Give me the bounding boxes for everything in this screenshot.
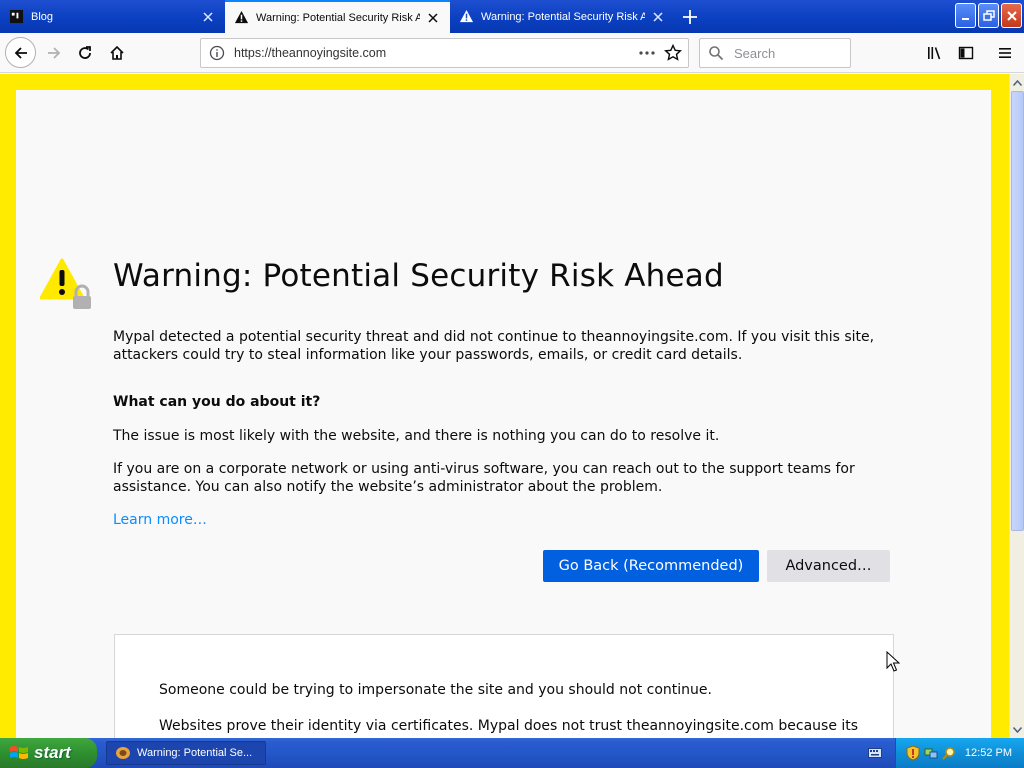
taskbar-window-title: Warning: Potential Se... [137, 747, 253, 759]
search-box[interactable] [699, 38, 851, 68]
security-shield-icon[interactable] [906, 745, 920, 761]
url-text[interactable]: https://theannoyingsite.com [234, 46, 638, 60]
corporate-network-text: If you are on a corporate network or usi… [113, 461, 855, 495]
mouse-cursor-icon [886, 651, 900, 672]
minimize-icon [961, 17, 969, 20]
advanced-panel: Someone could be trying to impersonate t… [114, 634, 894, 738]
home-button[interactable] [103, 39, 131, 67]
go-back-button[interactable]: Go Back (Recommended) [543, 550, 759, 582]
intro-text: Mypal detected a potential security thre… [113, 329, 875, 363]
arrow-left-icon [14, 46, 27, 59]
back-button[interactable] [5, 37, 36, 68]
scroll-thumb[interactable] [1011, 91, 1024, 531]
error-page: Warning: Potential Security Risk Ahead M… [16, 90, 991, 738]
arrow-right-icon [48, 47, 61, 59]
sidebar-toggle-button[interactable] [952, 39, 980, 67]
restore-icon [982, 9, 995, 21]
close-window-button[interactable] [1001, 3, 1022, 28]
sidebar-icon [958, 46, 974, 60]
issue-text: The issue is most likely with the websit… [113, 428, 720, 444]
search-icon [709, 46, 724, 61]
restore-button[interactable] [978, 3, 999, 28]
magnifier-tray-icon[interactable] [942, 746, 956, 760]
scroll-down-arrow-icon [1013, 726, 1022, 733]
system-tray: 12:52 PM [895, 738, 1024, 768]
forward-button[interactable] [40, 39, 68, 67]
minimize-button[interactable] [955, 3, 976, 28]
certificate-text: Websites prove their identity via certif… [159, 718, 859, 734]
impersonation-text: Someone could be trying to impersonate t… [159, 682, 712, 698]
what-can-you-do-heading: What can you do about it? [113, 394, 321, 410]
close-tab-icon[interactable] [651, 10, 665, 24]
windows-logo-icon [10, 746, 28, 759]
taskbar-window-button[interactable]: Warning: Potential Se... [106, 741, 266, 765]
network-icon[interactable] [924, 746, 938, 760]
tab-security-warning[interactable]: Warning: Potential Security Risk Ahead [450, 0, 675, 33]
warning-icon [234, 10, 249, 24]
learn-more-link[interactable]: Learn more… [113, 512, 207, 528]
tab-strip: Blog Warning: Potential Security Risk Ah… [0, 0, 1024, 33]
browser-app-icon [116, 747, 130, 759]
advanced-button[interactable]: Advanced… [767, 550, 890, 582]
tab-title: Blog [31, 10, 54, 23]
tab-blog[interactable]: Blog [0, 0, 225, 33]
page-content-area: Warning: Potential Security Risk Ahead M… [0, 74, 1009, 738]
search-input[interactable] [732, 44, 842, 62]
keyboard-icon[interactable] [868, 747, 882, 759]
start-label: start [34, 743, 71, 762]
url-bar[interactable]: https://theannoyingsite.com [200, 38, 689, 68]
taskbar: start Warning: Potential Se... 12:52 PM [0, 738, 1024, 768]
blog-favicon-icon [9, 9, 24, 24]
tab-title: Warning: Potential Security Risk Ahead [256, 11, 420, 24]
menu-button[interactable] [991, 39, 1019, 67]
tab-title: Warning: Potential Security Risk Ahead [481, 10, 645, 23]
warning-icon [459, 9, 474, 23]
reload-icon [79, 46, 91, 59]
scroll-up-arrow-icon [1013, 79, 1022, 86]
navigation-toolbar: https://theannoyingsite.com [0, 33, 1024, 73]
info-icon[interactable] [209, 45, 225, 61]
close-tab-icon[interactable] [426, 11, 440, 25]
start-button[interactable]: start [0, 738, 97, 768]
reload-button[interactable] [71, 39, 99, 67]
page-scrollbar[interactable] [1009, 74, 1024, 738]
close-icon [1006, 10, 1017, 21]
scroll-down-button[interactable] [1010, 721, 1024, 738]
page-actions-icon[interactable] [638, 45, 656, 61]
scroll-up-button[interactable] [1010, 74, 1024, 91]
library-button[interactable] [921, 39, 949, 67]
tab-security-warning-active[interactable]: Warning: Potential Security Risk Ahead [225, 0, 450, 33]
library-icon [928, 47, 941, 60]
hamburger-menu-icon [999, 48, 1011, 58]
close-tab-icon[interactable] [201, 10, 215, 24]
clock: 12:52 PM [964, 747, 1012, 759]
page-title: Warning: Potential Security Risk Ahead [113, 258, 724, 294]
home-icon [110, 45, 124, 60]
bookmark-star-icon[interactable] [664, 44, 682, 62]
new-tab-icon[interactable] [680, 7, 700, 27]
security-warning-icon [40, 258, 91, 309]
